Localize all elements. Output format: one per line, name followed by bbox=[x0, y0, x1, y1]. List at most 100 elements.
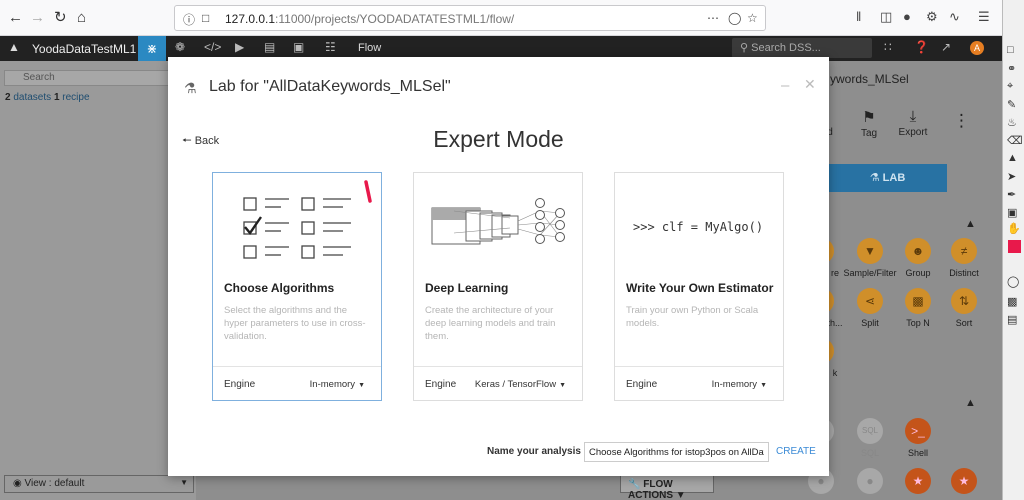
card-description: Train your own Python or Scala models. bbox=[626, 305, 759, 329]
top-n-icon: ▩ bbox=[905, 288, 931, 314]
sort-recipe[interactable]: ⇅ Sort bbox=[937, 288, 991, 328]
distinct-icon: ≠ bbox=[951, 238, 977, 264]
account-icon[interactable]: ● bbox=[903, 9, 911, 24]
funnel-icon: ▼ bbox=[857, 238, 883, 264]
info-icon[interactable]: ⓘ bbox=[183, 11, 195, 28]
text-tool-icon[interactable]: ▣ bbox=[1007, 206, 1017, 219]
extension-icon-2[interactable]: ∿ bbox=[949, 9, 960, 25]
card-footer: Engine Keras / TensorFlow ▼ bbox=[414, 366, 582, 400]
engine-select[interactable]: In-memory ▼ bbox=[310, 379, 365, 390]
create-button[interactable]: CREATE bbox=[776, 446, 816, 457]
code-recipe[interactable]: ★ bbox=[937, 468, 991, 498]
split-icon: ⋖ bbox=[857, 288, 883, 314]
avatar[interactable]: A bbox=[970, 41, 984, 55]
flow-icon[interactable]: ⋇ bbox=[138, 36, 166, 61]
distinct-recipe[interactable]: ≠ Distinct bbox=[937, 238, 991, 278]
bookmark-star-icon[interactable]: ☆ bbox=[747, 11, 758, 25]
eraser-icon[interactable]: ⌫ bbox=[1007, 134, 1023, 147]
settings-gear-icon[interactable]: ❁ bbox=[175, 40, 185, 54]
sql-recipe[interactable]: SQL SQL bbox=[843, 418, 897, 458]
pen-icon[interactable]: ✒ bbox=[1007, 188, 1016, 201]
crop-icon[interactable]: ⌖ bbox=[1007, 80, 1013, 93]
terminal-icon: >_ bbox=[905, 418, 931, 444]
pointer-icon[interactable]: ➤ bbox=[1007, 170, 1016, 183]
printer-icon[interactable]: ▤ bbox=[264, 40, 275, 54]
tag-button[interactable]: ⚑ Tag bbox=[849, 108, 889, 139]
image-tool-icon[interactable]: ▩ bbox=[1007, 295, 1017, 308]
back-button[interactable]: 🠔 Back bbox=[182, 132, 219, 151]
stamp-icon[interactable]: ♨ bbox=[1007, 116, 1017, 129]
extension-icon[interactable]: ⚙ bbox=[926, 9, 938, 25]
global-search-input[interactable]: ⚲ Search DSS... bbox=[732, 38, 872, 58]
neural-network-illustration-icon bbox=[431, 198, 565, 245]
download-icon: ⤓ bbox=[909, 108, 917, 125]
chevron-up-icon[interactable]: ▲ bbox=[965, 397, 976, 409]
page-icon: □ bbox=[202, 11, 210, 25]
drop-icon[interactable]: ▲ bbox=[1007, 152, 1018, 164]
shape-tool-icon[interactable]: ◯ bbox=[1007, 275, 1019, 288]
project-name[interactable]: YoodaDataTestML1 bbox=[32, 42, 136, 56]
lab-flask-icon: ⚗ bbox=[184, 80, 197, 96]
deep-learning-card[interactable]: Deep Learning Create the architecture of… bbox=[413, 172, 583, 401]
custom-estimator-card[interactable]: >>> clf = MyAlgo() Write Your Own Estima… bbox=[614, 172, 784, 401]
engine-select[interactable]: Keras / TensorFlow ▼ bbox=[475, 379, 566, 390]
wiki-icon[interactable]: ☷ bbox=[325, 40, 336, 54]
screenshot-tool-icon[interactable]: ▤ bbox=[1007, 313, 1017, 326]
play-icon[interactable]: ▶ bbox=[235, 40, 244, 54]
pocket-icon[interactable]: ◯ bbox=[728, 11, 741, 25]
choose-algorithms-card[interactable]: Choose Algorithms Select the algorithms … bbox=[212, 172, 382, 401]
split-recipe[interactable]: ⋖ Split bbox=[843, 288, 897, 328]
spark-icon: ★ bbox=[951, 468, 977, 494]
engine-select[interactable]: In-memory ▼ bbox=[712, 379, 767, 390]
url-text: 127.0.0.1:11000/projects/YOODADATATESTML… bbox=[225, 12, 515, 26]
library-icon[interactable]: ‖ bbox=[856, 9, 861, 24]
help-icon[interactable]: ❓ bbox=[914, 40, 929, 54]
url-bar[interactable]: ⓘ □ 127.0.0.1:11000/projects/YOODADATATE… bbox=[174, 5, 766, 31]
caret-down-icon: ▼ bbox=[358, 382, 365, 389]
card-title: Choose Algorithms bbox=[224, 281, 335, 295]
card-description: Select the algorithms and the hyper para… bbox=[224, 305, 366, 342]
dss-logo-icon[interactable]: ▲ bbox=[8, 40, 20, 54]
caret-down-icon: ▼ bbox=[559, 382, 566, 389]
sidebar-icon[interactable]: ◫ bbox=[880, 9, 892, 25]
chevron-up-icon[interactable]: ▲ bbox=[965, 218, 976, 230]
back-arrow-icon[interactable]: ← bbox=[8, 9, 23, 27]
apps-grid-icon[interactable]: ∷ bbox=[884, 40, 892, 54]
tag-icon: ⚑ bbox=[862, 109, 876, 126]
view-select[interactable]: ◉ View : default ▼ bbox=[4, 475, 194, 493]
forward-arrow-icon[interactable]: → bbox=[30, 9, 45, 27]
nav-label[interactable]: Flow bbox=[358, 42, 381, 54]
browser-toolbar: ← → ↻ ⌂ ⓘ □ 127.0.0.1:11000/projects/YOO… bbox=[0, 0, 1002, 36]
checklist-illustration-icon bbox=[243, 180, 372, 259]
export-button[interactable]: ⤓ Export bbox=[893, 108, 933, 138]
lab-button[interactable]: ⚗ LAB bbox=[828, 164, 947, 192]
lasso-icon[interactable]: ⚭ bbox=[1007, 62, 1016, 75]
card-footer: Engine In-memory ▼ bbox=[213, 366, 381, 400]
annotation-tools-strip: □ ⚭ ⌖ ✎ ♨ ⌫ ▲ ➤ ✒ ▣ ✋ ◯ ▩ ▤ bbox=[1002, 0, 1024, 500]
reload-icon[interactable]: ↻ bbox=[54, 9, 67, 27]
dashboard-icon[interactable]: ▣ bbox=[293, 40, 304, 54]
home-icon[interactable]: ⌂ bbox=[77, 9, 86, 27]
shell-recipe[interactable]: >_ Shell bbox=[891, 418, 945, 458]
more-actions-icon[interactable]: ⋮ bbox=[953, 111, 970, 131]
sample-filter-recipe[interactable]: ▼ Sample/Filter bbox=[843, 238, 897, 278]
right-panel: ywords_MLSel d ⚑Tag ⤓Export ⋮ ⚗ LAB ▲ ≡r… bbox=[808, 61, 1002, 500]
flow-actions-button[interactable]: 🔧 FLOW ACTIONS ▼ bbox=[620, 475, 714, 500]
menu-icon[interactable]: ☰ bbox=[978, 9, 990, 25]
group-icon: ☻ bbox=[905, 238, 931, 264]
card-title: Write Your Own Estimator bbox=[626, 281, 774, 295]
close-icon[interactable]: ✕ bbox=[804, 76, 816, 93]
activity-icon[interactable]: ↗ bbox=[941, 40, 951, 54]
pencil-icon[interactable]: ✎ bbox=[1007, 98, 1016, 111]
flow-search-input[interactable]: Search bbox=[4, 70, 192, 86]
page-actions-icon[interactable]: ⋯ bbox=[707, 11, 719, 25]
page-title: Expert Mode bbox=[433, 126, 564, 152]
hand-icon[interactable]: ✋ bbox=[1007, 222, 1021, 235]
code-recipe[interactable]: ● bbox=[843, 468, 897, 498]
card-description: Create the architecture of your deep lea… bbox=[425, 305, 556, 342]
color-swatch[interactable] bbox=[1008, 240, 1021, 253]
select-tool-icon[interactable]: □ bbox=[1007, 44, 1014, 56]
minimize-icon[interactable]: – bbox=[781, 77, 789, 94]
analysis-name-input[interactable] bbox=[584, 442, 769, 462]
code-icon[interactable]: </> bbox=[204, 40, 221, 54]
